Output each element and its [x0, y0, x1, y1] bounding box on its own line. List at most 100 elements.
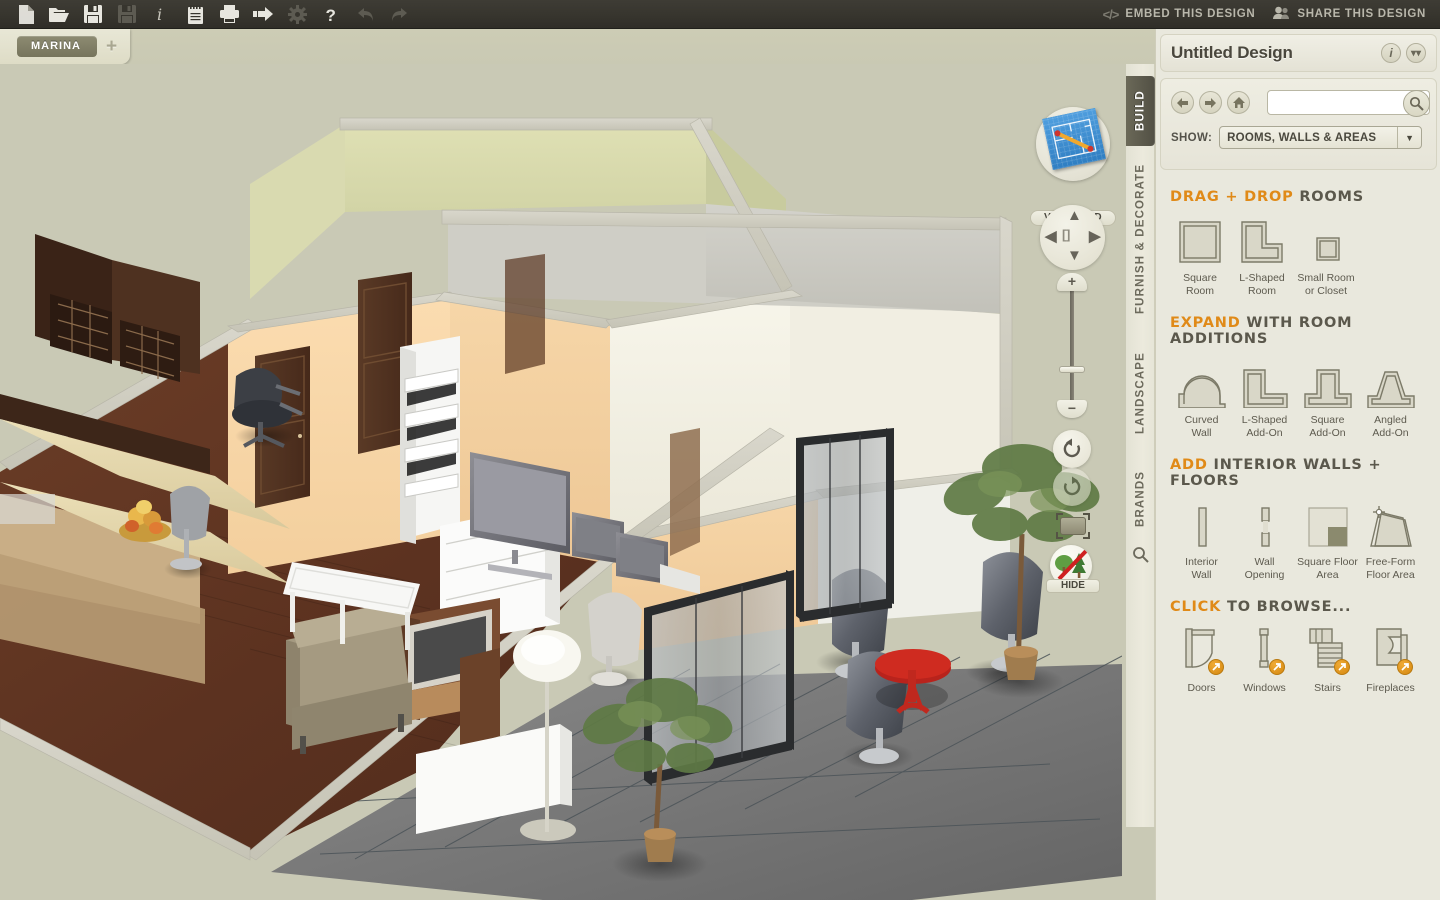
- section-title-drag-drop-rooms: DRAG + DROP ROOMS: [1170, 189, 1427, 205]
- zoom-slider-handle[interactable]: [1059, 366, 1085, 373]
- panel-collapse-icon[interactable]: ▾▾: [1406, 43, 1426, 63]
- tool-label: Interior Wall: [1185, 556, 1218, 581]
- add-tab-button[interactable]: +: [106, 37, 117, 56]
- section-title-highlight: CLICK: [1170, 599, 1222, 615]
- tool-square-floor-area[interactable]: Square Floor Area: [1296, 498, 1359, 581]
- panel-navigation: SHOW: ROOMS, WALLS & AREAS ▼: [1160, 78, 1437, 170]
- rotate-left-button[interactable]: [1053, 430, 1091, 468]
- nav-forward-button[interactable]: [1199, 91, 1222, 114]
- tab-build[interactable]: BUILD: [1126, 76, 1155, 146]
- show-filter-row: SHOW: ROOMS, WALLS & AREAS ▼: [1171, 126, 1423, 149]
- floorplan-3d-render[interactable]: [0, 64, 1122, 900]
- panel-nav-buttons: [1171, 91, 1250, 114]
- new-document-icon[interactable]: [8, 1, 42, 27]
- tool-small-room-or-closet[interactable]: Small Room or Closet: [1294, 214, 1358, 297]
- main-toolbar: i ? </> EMBED THIS DESIGN SHARE THIS DES…: [0, 0, 1440, 29]
- pan-left-button[interactable]: ◀: [1045, 227, 1057, 245]
- notes-icon[interactable]: [178, 1, 212, 27]
- fireplace-icon: [1367, 625, 1415, 676]
- nav-back-button[interactable]: [1171, 91, 1194, 114]
- section-drag-drop-rooms: DRAG + DROP ROOMS Square Room L-Shaped R…: [1156, 189, 1440, 297]
- tool-free-form-floor-area[interactable]: Free-Form Floor Area: [1359, 498, 1422, 581]
- closet-shelving: [400, 336, 460, 544]
- design-canvas-3d-viewport[interactable]: VIEW IN 2D ▲ ▼ ◀ ▶ [ ] + −: [0, 64, 1122, 900]
- embed-label: EMBED THIS DESIGN: [1125, 8, 1256, 20]
- embed-this-design-button[interactable]: </> EMBED THIS DESIGN: [1103, 7, 1256, 22]
- items-drag-drop-rooms: Square Room L-Shaped Room Small Room or …: [1170, 214, 1427, 297]
- chevron-down-icon[interactable]: ▼: [1397, 127, 1421, 148]
- section-interior-walls-floors: ADD INTERIOR WALLS + FLOORS Interior Wal…: [1156, 457, 1440, 581]
- l-shaped-addon-icon: [1233, 356, 1296, 408]
- section-title-highlight: EXPAND: [1170, 315, 1241, 331]
- tab-landscape[interactable]: LANDSCAPE: [1126, 334, 1155, 452]
- tool-wall-opening[interactable]: Wall Opening: [1233, 498, 1296, 581]
- save-as-icon[interactable]: [110, 1, 144, 27]
- pan-up-button[interactable]: ▲: [1067, 207, 1082, 224]
- mode-tab-rail: BUILD FURNISH & DECORATE LANDSCAPE BRAND…: [1126, 64, 1155, 827]
- tool-curved-wall[interactable]: Curved Wall: [1170, 356, 1233, 439]
- info-icon[interactable]: i: [144, 1, 178, 27]
- tool-label: Fireplaces: [1366, 682, 1415, 694]
- panel-info-icon[interactable]: i: [1381, 43, 1401, 63]
- items-interior-walls-floors: Interior Wall Wall Opening Square Floor …: [1170, 498, 1427, 581]
- arrow-badge-icon[interactable]: [1333, 659, 1350, 675]
- arrow-badge-icon[interactable]: [1396, 659, 1413, 675]
- panel-search-box[interactable]: [1267, 90, 1430, 117]
- wall-opening-icon: [1233, 498, 1296, 550]
- tool-interior-wall[interactable]: Interior Wall: [1170, 498, 1233, 581]
- window-icon-wrap: [1233, 624, 1296, 676]
- view-in-2d-button[interactable]: VIEW IN 2D: [1030, 107, 1116, 226]
- tab-furnish-decorate[interactable]: FURNISH & DECORATE: [1126, 150, 1155, 328]
- tool-square-add-on[interactable]: Square Add-On: [1296, 356, 1359, 439]
- selection-corner-tr: [1083, 513, 1090, 520]
- search-submit-icon[interactable]: [1403, 90, 1430, 117]
- nav-home-button[interactable]: [1227, 91, 1250, 114]
- window-icon: [1243, 625, 1287, 676]
- redo-icon[interactable]: [382, 1, 416, 27]
- help-question-icon[interactable]: ?: [314, 1, 348, 27]
- export-icon[interactable]: [246, 1, 280, 27]
- recenter-button[interactable]: [ ]: [1062, 227, 1070, 242]
- panel-header-icons: i ▾▾: [1381, 43, 1426, 63]
- items-click-to-browse: Doors Windows Stairs Fireplaces: [1170, 624, 1427, 695]
- toolbar-icon-group: i ?: [0, 1, 416, 27]
- camera-selection-button[interactable]: [1056, 513, 1090, 539]
- share-this-design-button[interactable]: SHARE THIS DESIGN: [1273, 6, 1426, 23]
- zoom-slider[interactable]: + −: [1057, 273, 1087, 418]
- pan-down-button[interactable]: ▼: [1067, 247, 1082, 264]
- tab-container: MARINA +: [0, 29, 130, 64]
- floorplan-thumbnail-icon: [1042, 107, 1106, 171]
- tool-label: L-Shaped Room: [1239, 272, 1285, 297]
- tool-fireplaces[interactable]: Fireplaces: [1359, 624, 1422, 695]
- pan-control-pad[interactable]: ▲ ▼ ◀ ▶ [ ]: [1040, 205, 1105, 270]
- save-icon[interactable]: [76, 1, 110, 27]
- pan-right-button[interactable]: ▶: [1089, 227, 1101, 245]
- open-folder-icon[interactable]: [42, 1, 76, 27]
- show-filter-select[interactable]: ROOMS, WALLS & AREAS ▼: [1219, 126, 1423, 149]
- arrow-badge-icon[interactable]: [1207, 659, 1224, 675]
- document-tab-marina[interactable]: MARINA: [17, 36, 97, 57]
- print-icon[interactable]: [212, 1, 246, 27]
- search-input[interactable]: [1273, 94, 1401, 112]
- zoom-in-button[interactable]: +: [1057, 273, 1087, 291]
- free-form-floor-icon: [1359, 498, 1422, 550]
- search-icon[interactable]: [1126, 539, 1155, 569]
- undo-icon[interactable]: [348, 1, 382, 27]
- settings-gear-icon[interactable]: [280, 1, 314, 27]
- tool-square-room[interactable]: Square Room: [1170, 214, 1230, 297]
- arrow-badge-icon[interactable]: [1268, 659, 1285, 675]
- tool-stairs[interactable]: Stairs: [1296, 624, 1359, 695]
- tool-angled-add-on[interactable]: Angled Add-On: [1359, 356, 1422, 439]
- square-floor-icon: [1296, 498, 1359, 550]
- tool-label: Square Add-On: [1309, 414, 1346, 439]
- tab-brands[interactable]: BRANDS: [1126, 458, 1155, 540]
- tool-windows[interactable]: Windows: [1233, 624, 1296, 695]
- tool-l-shaped-add-on[interactable]: L-Shaped Add-On: [1233, 356, 1296, 439]
- tool-l-shaped-room[interactable]: L-Shaped Room: [1230, 214, 1294, 297]
- rotate-right-button[interactable]: [1053, 468, 1091, 506]
- tool-doors[interactable]: Doors: [1170, 624, 1233, 695]
- hide-landscape-button[interactable]: HIDE: [1046, 545, 1100, 593]
- zoom-out-button[interactable]: −: [1057, 400, 1087, 418]
- code-brackets-icon: </>: [1102, 6, 1120, 22]
- tool-label: L-Shaped Add-On: [1241, 414, 1288, 439]
